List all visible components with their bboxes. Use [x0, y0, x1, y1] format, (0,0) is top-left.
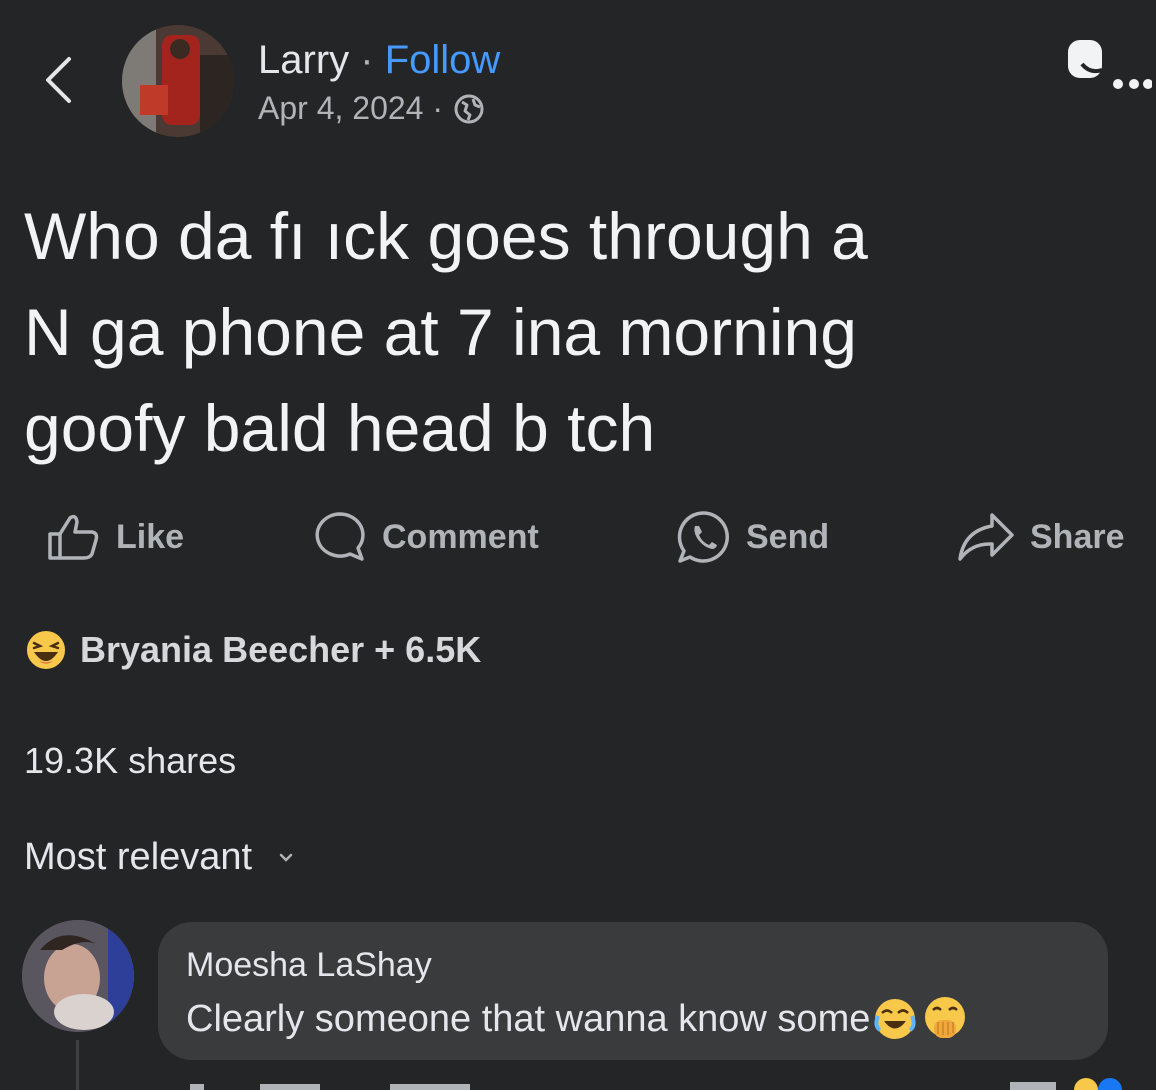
comment-text-row: Clearly someone that wanna know some [186, 994, 970, 1044]
shares-count[interactable]: 19.3K shares [24, 740, 236, 782]
like-button[interactable]: Like [46, 505, 184, 569]
thread-line [76, 1040, 79, 1090]
action-bar: Like Comment Send Share [0, 505, 1156, 569]
separator-dot: · [360, 38, 374, 82]
share-icon [958, 513, 1014, 561]
more-icon [1068, 40, 1153, 89]
reactions-summary[interactable]: Bryania Beecher + 6.5K [24, 622, 481, 678]
follow-button[interactable]: Follow [385, 38, 501, 82]
back-button[interactable] [38, 52, 78, 108]
comment-author[interactable]: Moesha LaShay [186, 946, 432, 985]
send-button[interactable]: Send [676, 505, 829, 569]
comment-label: Comment [382, 517, 539, 556]
author-name[interactable]: Larry [258, 38, 349, 82]
author-line: Larry · Follow [258, 36, 500, 84]
laughing-emoji-icon [25, 629, 67, 671]
thumbs-up-icon [48, 514, 99, 560]
post-header: Larry · Follow Apr 4, 2024 · [258, 36, 500, 127]
post-text-line: Who da fı ıck goes through a [24, 199, 868, 273]
avatar-photo [122, 25, 234, 137]
sort-label: Most relevant [24, 836, 253, 878]
whatsapp-icon [677, 511, 729, 563]
post-text: Who da fı ıck goes through a N ga phone … [24, 188, 1124, 476]
post-meta: Apr 4, 2024 · [258, 90, 500, 127]
post-date[interactable]: Apr 4, 2024 · [258, 90, 443, 127]
author-avatar[interactable] [122, 25, 234, 137]
comment-footer-partial [180, 1076, 1140, 1090]
share-button[interactable]: Share [956, 505, 1125, 569]
reactions-text: Bryania Beecher + 6.5K [80, 629, 482, 670]
send-label: Send [746, 517, 830, 556]
globe-icon [453, 93, 485, 125]
more-options-button[interactable] [1062, 34, 1153, 94]
like-label: Like [116, 517, 185, 556]
commenter-avatar[interactable] [22, 920, 134, 1032]
comment-icon [315, 512, 365, 561]
hand-over-mouth-emoji-icon [920, 994, 970, 1044]
comment-sort-dropdown[interactable]: Most relevant [24, 836, 294, 879]
comment-button[interactable]: Comment [312, 505, 539, 569]
comment-bubble[interactable]: Moesha LaShay Clearly someone that wanna… [158, 922, 1108, 1060]
chevron-down-icon [278, 852, 294, 864]
share-label: Share [1030, 517, 1125, 556]
post-page: Larry · Follow Apr 4, 2024 · Who da fı ı… [0, 0, 1156, 1090]
post-text-line: goofy bald head b tch [24, 391, 656, 465]
comment-text: Clearly someone that wanna know some [186, 997, 871, 1040]
chevron-left-icon [46, 57, 71, 103]
post-text-line: N ga phone at 7 ina morning [24, 295, 857, 369]
crying-laughing-emoji-icon [872, 996, 918, 1042]
commenter-photo [22, 920, 134, 1032]
